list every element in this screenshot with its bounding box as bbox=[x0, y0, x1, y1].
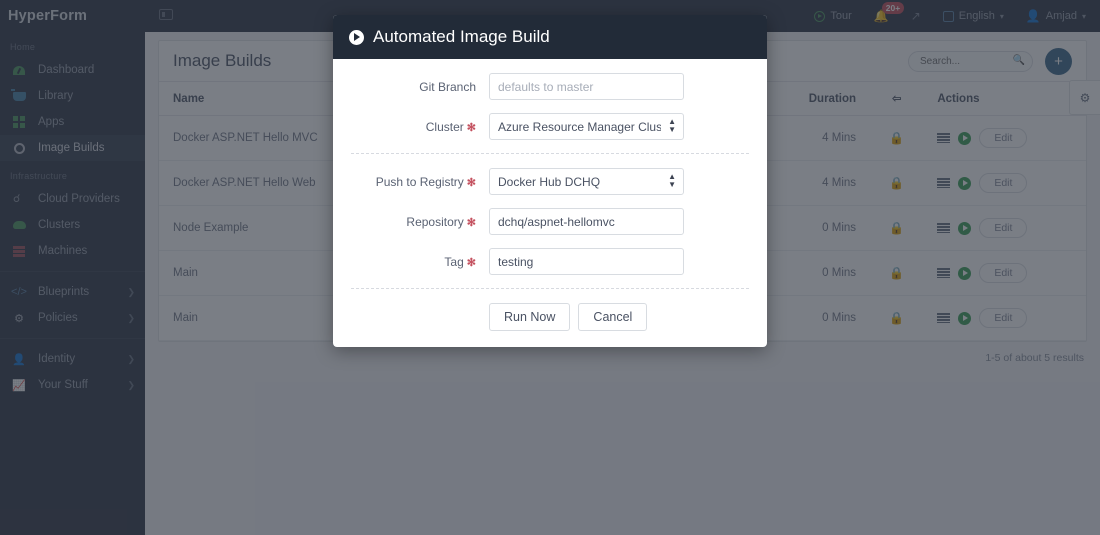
field-row-cluster: Cluster✻ ▲▼ bbox=[333, 113, 767, 140]
label-text: Repository bbox=[406, 214, 464, 229]
push-to-registry-select[interactable] bbox=[489, 168, 684, 195]
field-row-push-to-registry: Push to Registry✻ ▲▼ bbox=[333, 168, 767, 195]
required-marker: ✻ bbox=[466, 176, 476, 189]
run-now-button[interactable]: Run Now bbox=[489, 303, 571, 331]
dialog-header: Automated Image Build bbox=[333, 15, 767, 59]
label-text: Push to Registry bbox=[375, 174, 464, 189]
label-text: Git Branch bbox=[419, 79, 476, 94]
dialog-title: Automated Image Build bbox=[373, 27, 550, 46]
app-root: HyperForm Home Dashboard Library Apps Im… bbox=[0, 0, 1100, 535]
tag-input[interactable] bbox=[489, 248, 684, 275]
cluster-select[interactable] bbox=[489, 113, 684, 140]
push-to-registry-select-wrapper: ▲▼ bbox=[489, 168, 684, 195]
repository-label: Repository ✻ bbox=[333, 215, 489, 229]
play-circle-icon bbox=[349, 29, 364, 45]
field-row-git-branch: Git Branch bbox=[333, 73, 767, 100]
required-marker: ✻ bbox=[466, 256, 476, 269]
field-row-repository: Repository ✻ bbox=[333, 208, 767, 235]
field-row-tag: Tag ✻ bbox=[333, 248, 767, 275]
repository-input[interactable] bbox=[489, 208, 684, 235]
dialog-footer: Run Now Cancel bbox=[333, 303, 767, 347]
dialog-body: Git Branch Cluster✻ ▲▼ Push to Registry✻ bbox=[333, 59, 767, 347]
tag-label: Tag ✻ bbox=[333, 255, 489, 269]
git-branch-input[interactable] bbox=[489, 73, 684, 100]
required-marker: ✻ bbox=[466, 121, 476, 134]
cluster-label: Cluster ✻ bbox=[333, 120, 489, 134]
cancel-button[interactable]: Cancel bbox=[578, 303, 648, 331]
git-branch-label: Git Branch bbox=[333, 80, 489, 94]
dialog-divider-2 bbox=[351, 288, 749, 289]
required-marker: ✻ bbox=[466, 216, 476, 229]
automated-image-build-dialog: Automated Image Build Git Branch Cluster… bbox=[333, 15, 767, 347]
label-text: Tag bbox=[444, 254, 464, 269]
dialog-divider-1 bbox=[351, 153, 749, 154]
cluster-select-wrapper: ▲▼ bbox=[489, 113, 684, 140]
push-to-registry-label: Push to Registry ✻ bbox=[333, 175, 489, 189]
label-text: Cluster bbox=[425, 119, 464, 134]
